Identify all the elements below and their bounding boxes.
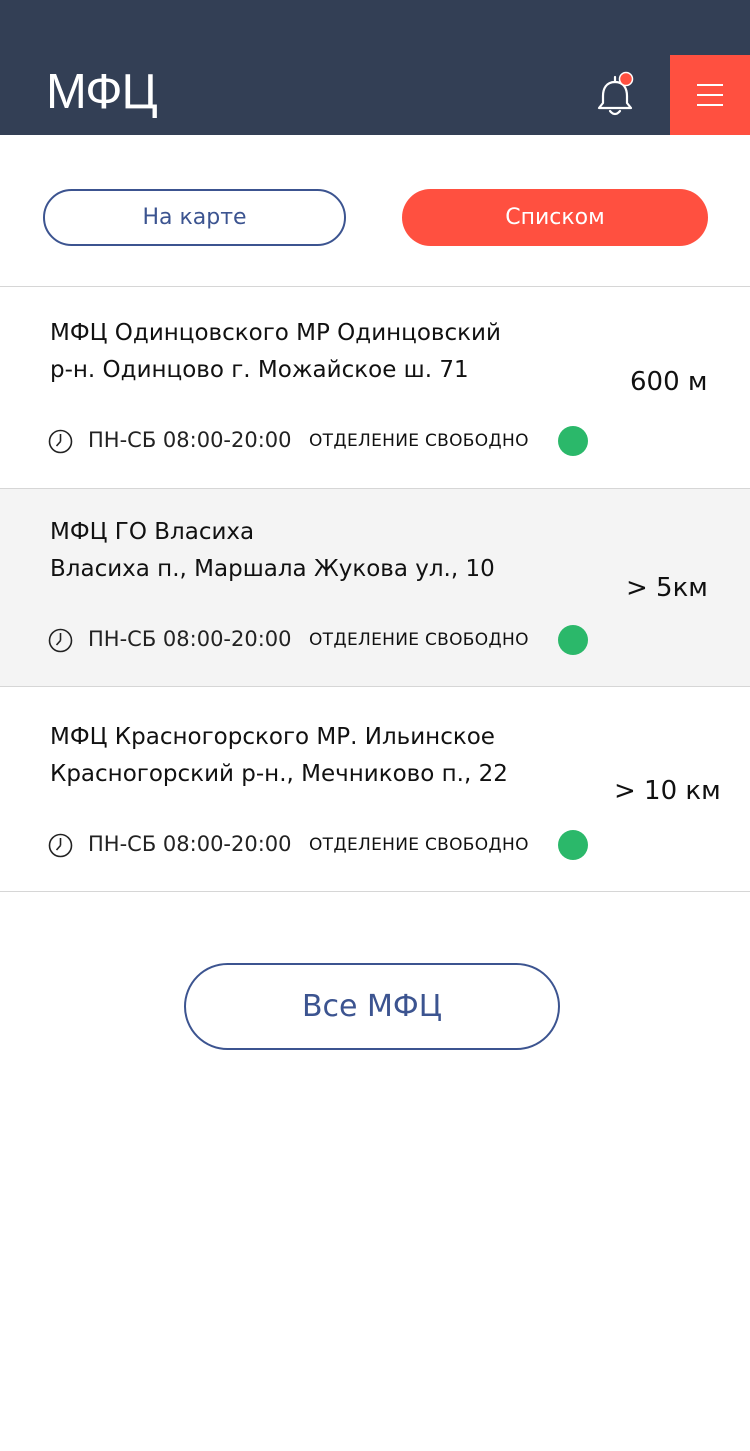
office-status: ОТДЕЛЕНИЕ СВОБОДНО (309, 630, 529, 650)
office-status: ОТДЕЛЕНИЕ СВОБОДНО (309, 431, 529, 451)
office-list-item[interactable]: МФЦ Красногорского МР. Ильинское Красног… (0, 687, 750, 891)
notification-badge (618, 71, 634, 87)
clock-icon (48, 833, 73, 858)
status-indicator (558, 625, 588, 655)
list-view-button[interactable]: Списком (402, 189, 708, 246)
hamburger-menu-icon (697, 84, 723, 86)
office-hours: ПН-СБ 08:00-20:00 (88, 832, 292, 856)
status-indicator (558, 426, 588, 456)
bell-icon (597, 71, 634, 116)
clock-icon (48, 429, 73, 454)
app-title: МФЦ (46, 65, 158, 119)
office-distance: > 10 км (614, 776, 721, 806)
office-name: МФЦ ГО Власиха Власиха п., Маршала Жуков… (50, 519, 495, 582)
office-list-item[interactable]: МФЦ ГО Власиха Власиха п., Маршала Жуков… (0, 489, 750, 686)
app-header: МФЦ (0, 0, 750, 135)
office-name: МФЦ Одинцовского МР Одинцовский р-н. Оди… (50, 320, 501, 383)
map-view-button[interactable]: На карте (43, 189, 346, 246)
all-mfc-button[interactable]: Все МФЦ (184, 963, 560, 1050)
menu-button[interactable] (670, 55, 750, 135)
notifications-button[interactable] (594, 70, 640, 118)
office-status: ОТДЕЛЕНИЕ СВОБОДНО (309, 835, 529, 855)
office-distance: > 5км (626, 573, 708, 603)
divider (0, 891, 750, 892)
office-name: МФЦ Красногорского МР. Ильинское Красног… (50, 724, 508, 787)
office-hours: ПН-СБ 08:00-20:00 (88, 428, 292, 452)
office-hours: ПН-СБ 08:00-20:00 (88, 627, 292, 651)
status-indicator (558, 830, 588, 860)
clock-icon (48, 628, 73, 653)
office-distance: 600 м (630, 367, 708, 397)
office-list-item[interactable]: МФЦ Одинцовского МР Одинцовский р-н. Оди… (0, 287, 750, 488)
